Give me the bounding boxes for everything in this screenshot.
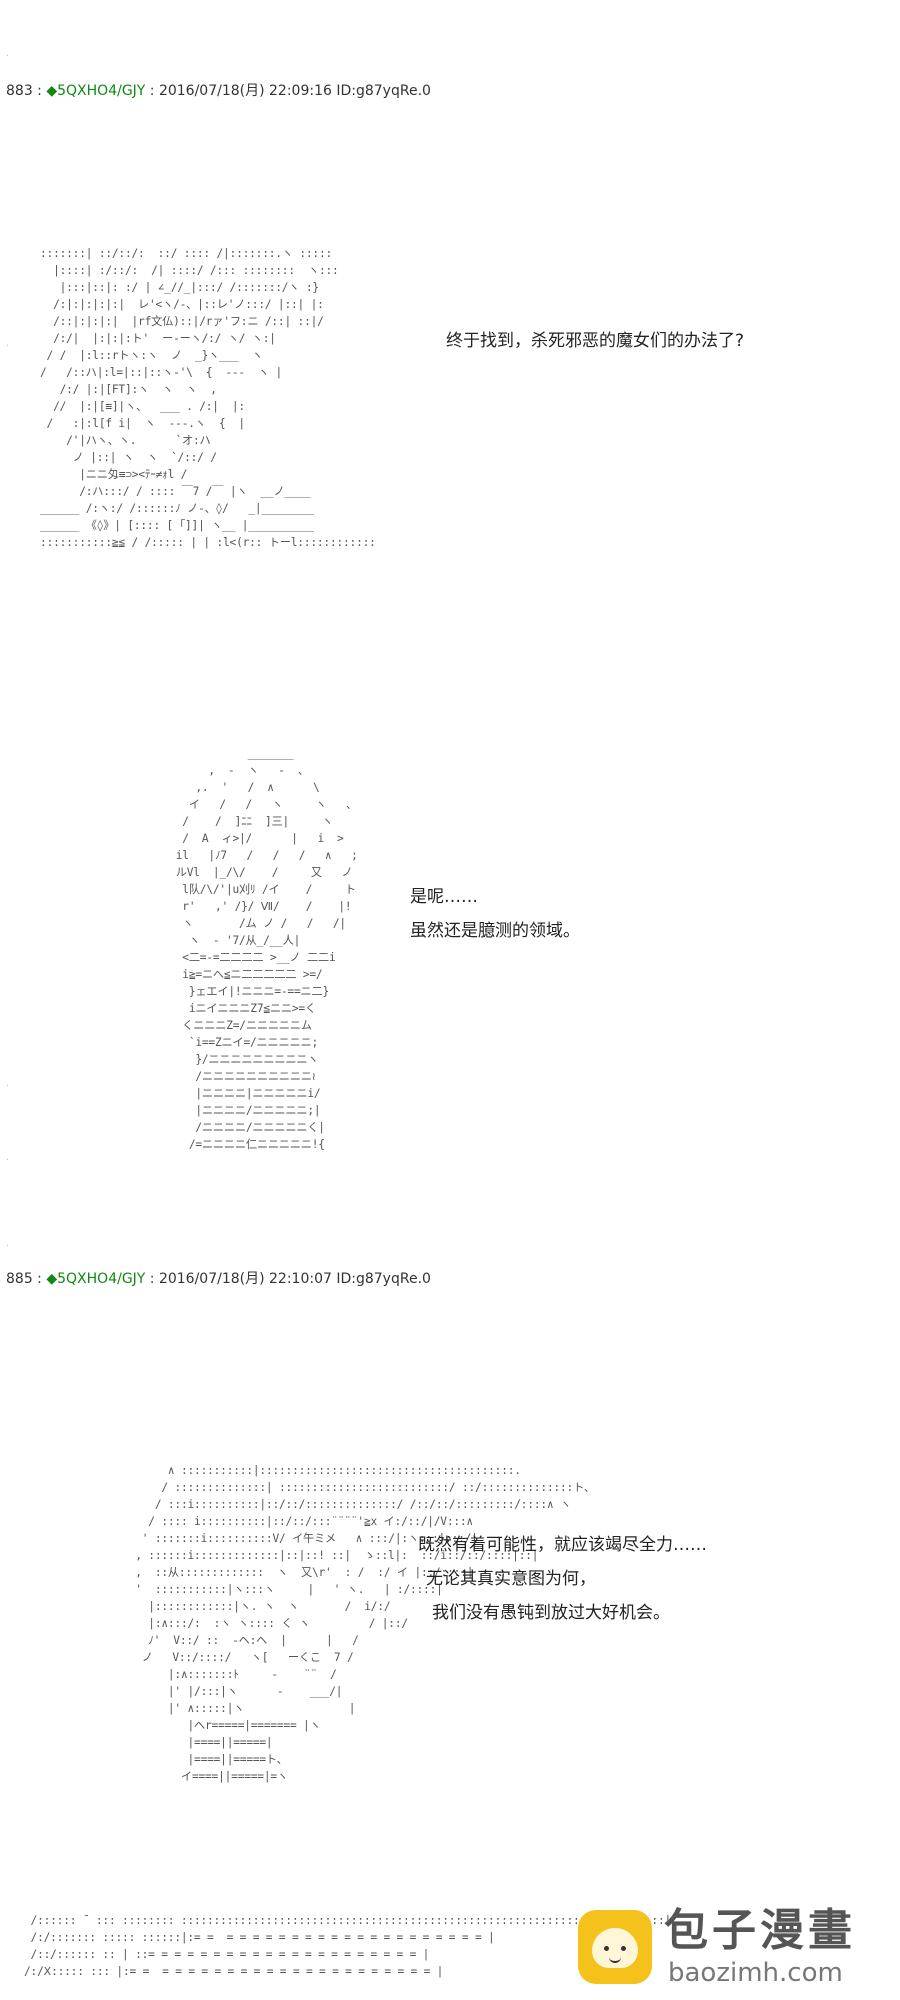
margin-dot: . — [6, 1238, 10, 1249]
post-tripcode: ◆5QXHO4/GJY — [46, 1271, 146, 1287]
ascii-art-character-1: :::::::| ::/::/: ::/ :::: /|:::::::.ヽ ::… — [40, 247, 376, 549]
post-number: 883 — [6, 83, 33, 99]
post-separator: : — [32, 83, 47, 99]
watermark-logo: 包子漫畫 baozimh.com — [578, 1904, 878, 1990]
dialog-line: 虽然还是臆测的领域。 — [410, 921, 580, 941]
post-number: 885 — [6, 1271, 33, 1287]
bun-face-icon — [592, 1928, 638, 1968]
post-header-883: 883 : ◆5QXHO4/GJY : 2016/07/18(月) 22:09:… — [6, 80, 431, 100]
dialog-line: 我们没有愚钝到放过大好机会。 — [432, 1603, 670, 1623]
watermark-title: 包子漫畫 — [664, 1905, 856, 1956]
margin-dot: . — [6, 338, 10, 349]
post-header-885: 885 : ◆5QXHO4/GJY : 2016/07/18(月) 22:10:… — [6, 1268, 431, 1288]
post-meta: : 2016/07/18(月) 22:10:07 ID:g87yqRe.0 — [145, 1271, 431, 1287]
margin-dot: . — [6, 1152, 10, 1163]
margin-dot: . — [6, 1078, 10, 1089]
dialog-line: 终于找到，杀死邪恶的魔女们的办法了? — [446, 331, 745, 351]
dialog-line: 无论其真实意图为何， — [426, 1569, 596, 1589]
margin-dot: . — [6, 48, 10, 59]
dialog-block-3: 既然有着可能性，就应该竭尽全力…… 无论其真实意图为何， 我们没有愚钝到放过大好… — [418, 1528, 707, 1630]
post-tripcode: ◆5QXHO4/GJY — [46, 83, 146, 99]
dialog-block-1: 终于找到，杀死邪恶的魔女们的办法了? — [446, 324, 744, 358]
mouth-icon — [609, 1956, 621, 1963]
eye-icon — [604, 1946, 609, 1951]
post-meta: : 2016/07/18(月) 22:09:16 ID:g87yqRe.0 — [145, 83, 431, 99]
watermark-url: baozimh.com — [668, 1958, 843, 1988]
eye-icon — [621, 1946, 626, 1951]
dialog-line: 既然有着可能性，就应该竭尽全力…… — [418, 1535, 707, 1555]
ascii-art-character-2: _______ , - ヽ - 、 ,. ' / ∧ \ イ / / ヽ ヽ 、… — [175, 747, 358, 1151]
dialog-block-2: 是呢…… 虽然还是臆测的领域。 — [410, 880, 580, 948]
ascii-art-character-4: /:::::: ̄ ::: :::::::: :::::::::::::::::… — [24, 1914, 672, 1978]
dialog-line: 是呢…… — [410, 887, 478, 907]
bun-logo-icon — [578, 1910, 652, 1984]
post-separator: : — [32, 1271, 47, 1287]
